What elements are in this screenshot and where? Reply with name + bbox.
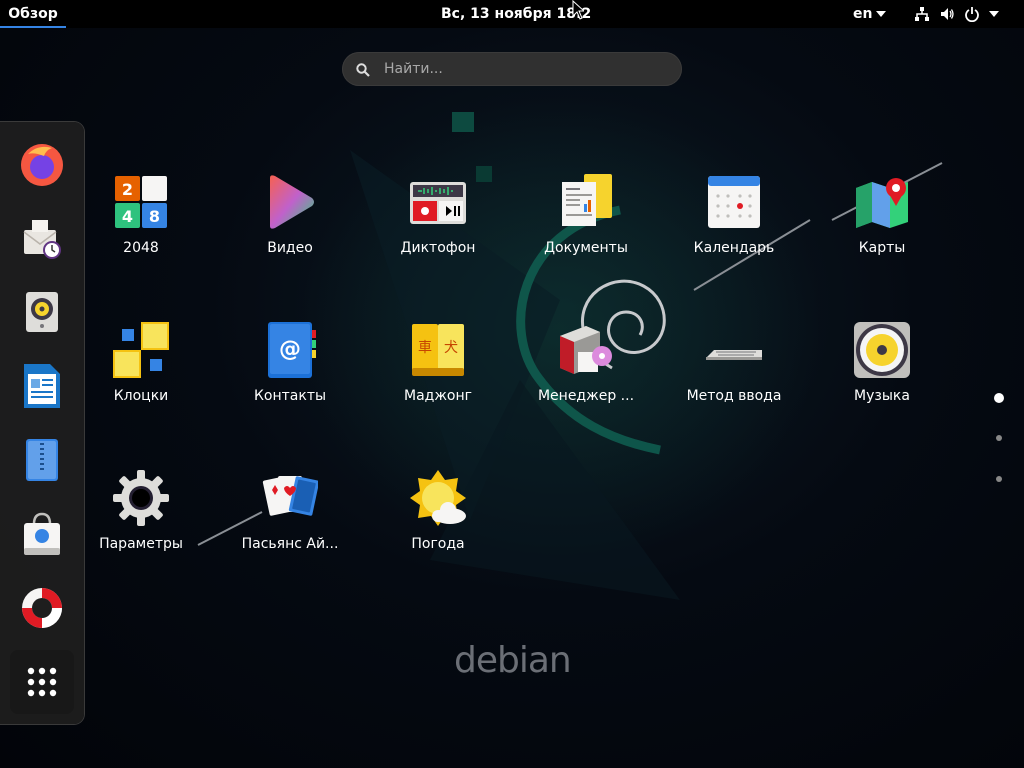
debian-logo-text: debian [454, 640, 572, 681]
dash-item-help[interactable] [18, 584, 66, 632]
page-indicator-2[interactable] [996, 435, 1002, 441]
archive-icon [26, 439, 58, 481]
page-indicator-3[interactable] [996, 476, 1002, 482]
dash-item-archive[interactable] [18, 436, 66, 484]
svg-text:犬: 犬 [444, 340, 458, 356]
keyboard-layout-menu[interactable]: en [853, 0, 887, 28]
app-label: Маджонг [403, 388, 473, 404]
search-input[interactable] [384, 52, 664, 86]
gear-icon [113, 470, 169, 526]
app-maps[interactable]: Карты [808, 174, 956, 304]
mahjong-tiles-icon: 車 犬 [412, 324, 464, 376]
app-label: 2048 [123, 240, 159, 256]
activities-indicator [0, 26, 66, 28]
app-settings[interactable]: Параметры [67, 470, 215, 600]
app-manager[interactable]: Менеджер ... [512, 322, 660, 452]
app-label: Метод ввода [686, 388, 782, 404]
app-voice-recorder[interactable]: Диктофон [364, 174, 512, 304]
grid-icon [27, 667, 57, 697]
power-icon [964, 6, 980, 22]
contacts-icon: @ [268, 322, 316, 378]
mouse-cursor-icon [572, 0, 584, 20]
svg-text:4: 4 [122, 207, 133, 226]
app-label: Календарь [693, 240, 775, 256]
dash-item-rhythmbox[interactable] [18, 288, 66, 336]
top-panel: Обзор Вс, 13 ноября 18:2 en [0, 0, 1024, 28]
app-label: Диктофон [400, 240, 476, 256]
app-contacts[interactable]: @ Контакты [216, 322, 364, 452]
speaker-icon [26, 292, 58, 332]
klotski-icon [113, 322, 169, 378]
lifebuoy-icon [22, 588, 62, 628]
keyboard-icon [706, 350, 762, 360]
activities-button[interactable]: Обзор [0, 0, 66, 28]
firefox-icon [21, 144, 63, 186]
package-manager-icon [560, 326, 612, 374]
app-weather[interactable]: Погода [364, 470, 512, 600]
chevron-down-icon [989, 11, 999, 17]
language-label: en [853, 6, 873, 22]
recorder-icon [410, 182, 466, 224]
play-icon [270, 175, 314, 229]
app-solitaire[interactable]: Пасьянс Ай... [216, 470, 364, 600]
app-calendar[interactable]: Календарь [660, 174, 808, 304]
app-video[interactable]: Видео [216, 174, 364, 304]
app-label: Видео [267, 240, 313, 256]
system-menu[interactable] [914, 0, 999, 28]
map-icon [856, 178, 908, 228]
show-applications-button[interactable] [10, 650, 74, 714]
app-label: Менеджер ... [537, 388, 635, 404]
clock[interactable]: Вс, 13 ноября 18:2 [441, 0, 591, 28]
app-documents[interactable]: Документы [512, 174, 660, 304]
app-label: Музыка [854, 388, 910, 404]
dash-item-software[interactable] [18, 510, 66, 558]
app-klotski[interactable]: Клоцки [67, 322, 215, 452]
documents-icon [562, 174, 612, 226]
game-2048-icon: 2 4 8 [115, 176, 167, 228]
mail-clock-icon [23, 220, 61, 259]
weather-sun-cloud-icon [410, 470, 466, 526]
search-icon [356, 62, 370, 81]
playing-cards-icon [262, 476, 318, 516]
app-mahjongg[interactable]: 車 犬 Маджонг [364, 322, 512, 452]
svg-text:8: 8 [149, 207, 160, 226]
app-label: Карты [858, 240, 906, 256]
app-label: Документы [544, 240, 628, 256]
app-label: Погода [411, 536, 465, 552]
svg-text:@: @ [279, 337, 301, 362]
dash-item-firefox[interactable] [18, 140, 66, 188]
calendar-icon [708, 176, 760, 228]
app-label: Клоцки [113, 388, 169, 404]
svg-text:2: 2 [122, 180, 133, 199]
svg-text:車: 車 [418, 339, 432, 356]
app-2048[interactable]: 2 4 8 2048 [67, 174, 215, 304]
document-writer-icon [24, 364, 60, 408]
music-speaker-icon [854, 322, 910, 378]
page-indicator-1[interactable] [994, 393, 1004, 403]
volume-icon [939, 6, 955, 22]
app-music[interactable]: Музыка [808, 322, 956, 452]
network-wired-icon [914, 6, 930, 22]
app-label: Пасьянс Ай... [241, 536, 339, 552]
search-bar[interactable] [342, 52, 682, 86]
app-label: Контакты [253, 388, 327, 404]
dash-item-evolution[interactable] [18, 214, 66, 262]
app-input-method[interactable]: Метод ввода [660, 322, 808, 452]
chevron-down-icon [876, 11, 887, 17]
app-label: Параметры [99, 536, 183, 552]
dash-item-writer[interactable] [18, 362, 66, 410]
shopping-bag-icon [24, 512, 60, 555]
